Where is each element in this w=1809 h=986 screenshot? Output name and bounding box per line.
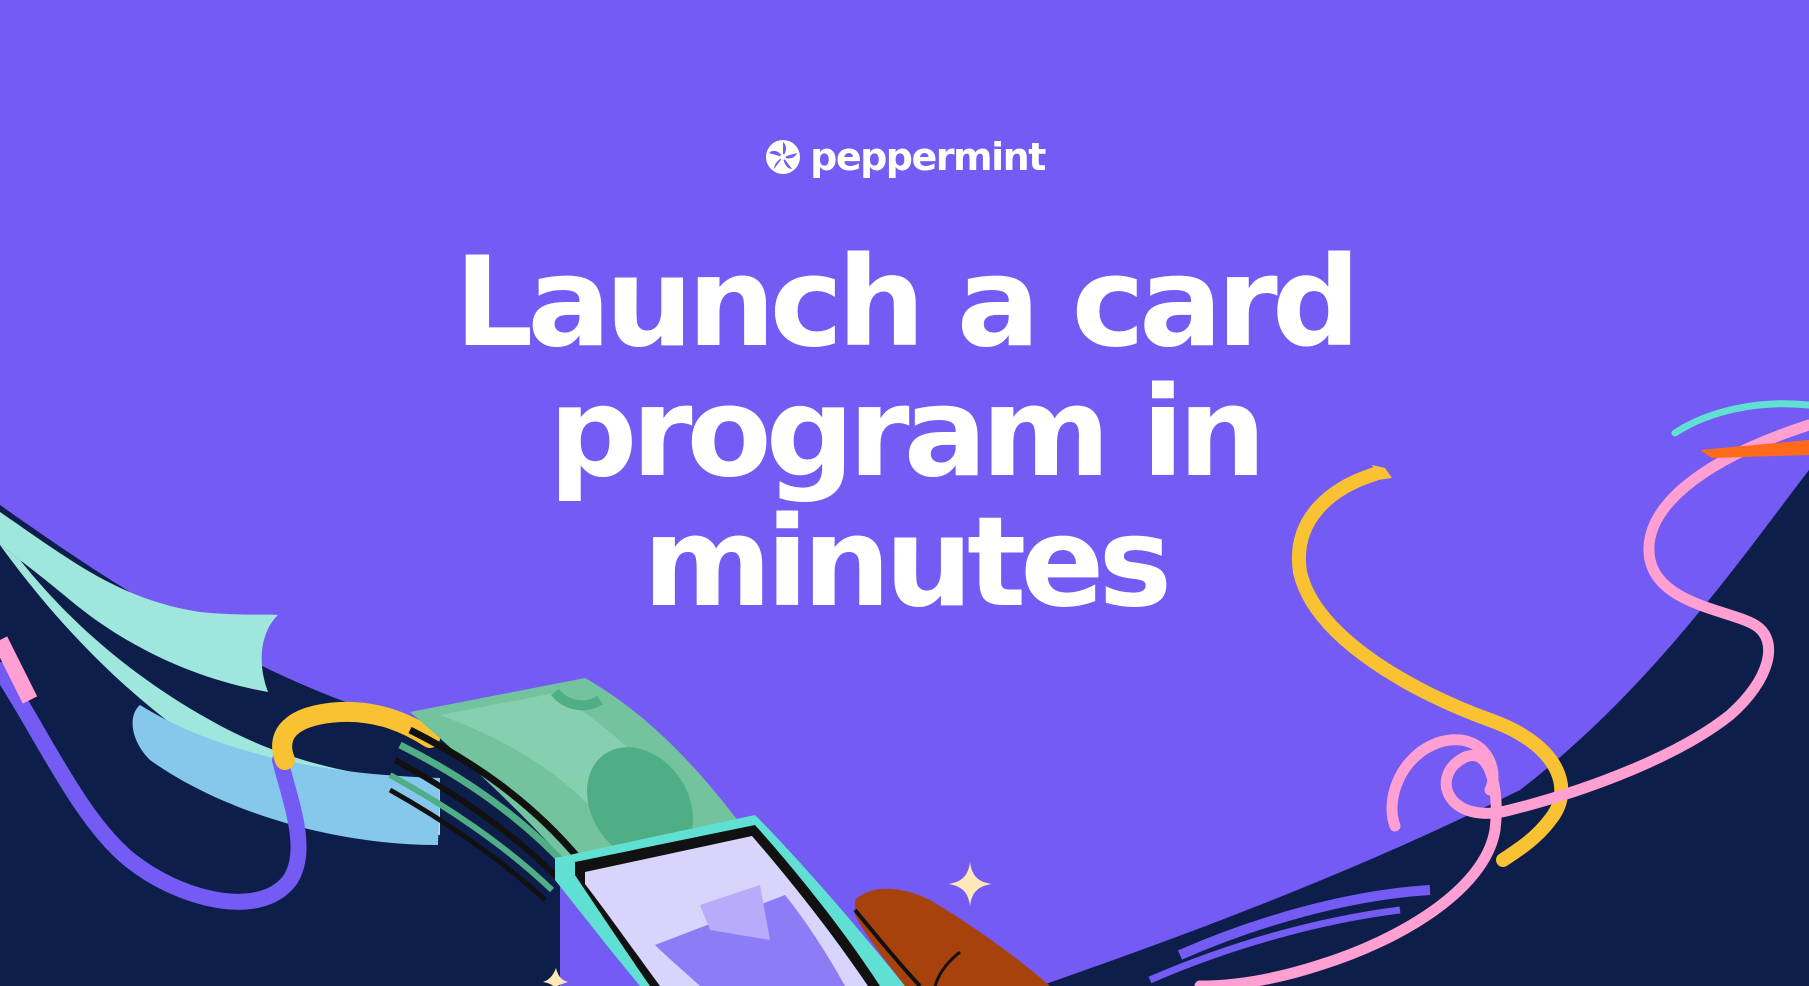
sparkle-icon — [948, 862, 992, 906]
headline-line-1: Launch a card — [454, 231, 1360, 375]
headline-line-3: minutes — [642, 491, 1172, 635]
brand-name: peppermint — [810, 135, 1046, 179]
brand-logo[interactable]: peppermint — [0, 138, 1809, 176]
hero-banner: peppermint Launch a card program in minu… — [0, 0, 1809, 986]
hero-headline: Launch a card program in minutes — [0, 238, 1809, 628]
peppermint-candy-icon — [766, 140, 801, 174]
headline-line-2: program in — [548, 361, 1267, 505]
